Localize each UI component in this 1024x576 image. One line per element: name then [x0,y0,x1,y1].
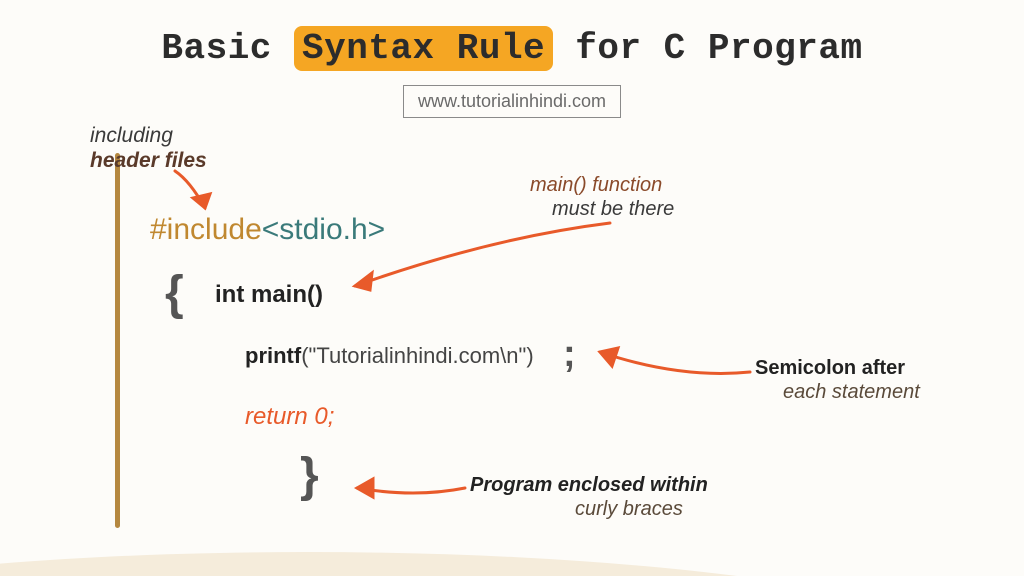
printf-arg: ("Tutorialinhindi.com\n") [301,343,533,368]
ann-braces-line1: Program enclosed within [470,474,708,496]
include-keyword: #include [150,213,262,246]
arrow-main-icon [340,218,620,298]
arrow-semicolon-icon [590,334,760,384]
ann-header-line1: including [90,124,173,147]
code-main: int main() [215,281,323,309]
code-semicolon: ; [563,333,576,376]
code-brace-open: { [165,266,184,321]
arrow-braces-icon [345,473,475,513]
diagram: including header files #include<stdio.h>… [0,138,1024,558]
code-printf: printf("Tutorialinhindi.com\n") [245,343,534,369]
annotation-braces: Program enclosed within curly braces [470,473,708,521]
page-title: Basic Syntax Rule for C Program [0,0,1024,69]
ann-braces-line2: curly braces [575,498,683,520]
code-brace-close: } [300,448,319,503]
ann-semi-line1: Semicolon after [755,357,905,379]
title-part1: Basic [161,28,294,69]
annotation-semicolon: Semicolon after each statement [755,356,920,404]
ann-main-line1: main() function [530,174,662,196]
ann-semi-line2: each statement [783,381,920,403]
title-part2: for C Program [553,28,862,69]
code-return: return 0; [245,403,334,431]
annotation-main-function: main() function must be there [530,173,674,221]
source-url: www.tutorialinhindi.com [403,85,621,118]
title-highlight: Syntax Rule [294,26,553,71]
printf-fn: printf [245,343,301,368]
ann-main-line2: must be there [552,198,674,220]
left-vertical-bar [115,153,120,528]
